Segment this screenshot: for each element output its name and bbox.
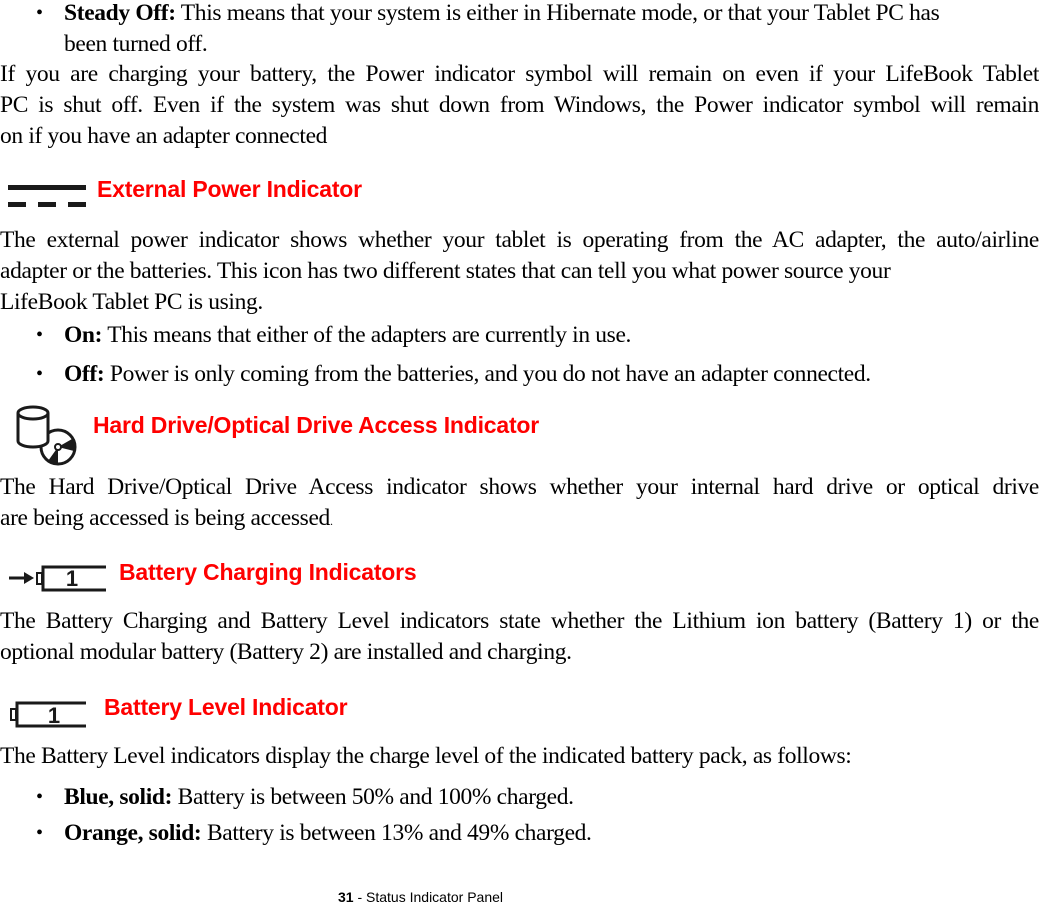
section-heading-battery-charging: Battery Charging Indicators <box>119 559 417 585</box>
paragraph-line: are being accessed is being accessed <box>0 505 330 531</box>
bullet-label: On: <box>64 322 103 348</box>
battery-number: 1 <box>66 566 78 591</box>
paragraph-line: If you are charging your battery, the Po… <box>0 61 1039 87</box>
bullet-label: Orange, solid: <box>64 820 202 846</box>
bullet-label: Steady Off: <box>64 0 176 26</box>
page-footer: 31 - Status Indicator Panel <box>338 889 503 905</box>
paragraph-line: optional modular battery (Battery 2) are… <box>0 639 572 665</box>
bullet-dot: • <box>36 2 43 24</box>
bullet-label: Blue, solid: <box>64 784 173 810</box>
dc-power-icon <box>8 183 88 209</box>
bullet-text: This means that either of the adapters a… <box>102 322 632 348</box>
bullet-dot: • <box>36 786 43 808</box>
bullet-dot: • <box>36 822 43 844</box>
paragraph-line: The external power indicator shows wheth… <box>0 227 1039 253</box>
paragraph-trailing-period: . <box>329 514 333 528</box>
section-heading-battery-level: Battery Level Indicator <box>104 694 348 720</box>
drive-icon <box>14 403 80 467</box>
bullet-text: This means that your system is either in… <box>175 0 940 26</box>
bullet-text: Power is only coming from the batteries,… <box>104 361 871 387</box>
paragraph-line: The Hard Drive/Optical Drive Access indi… <box>0 474 1039 500</box>
paragraph-line: The Battery Level indicators display the… <box>0 743 852 769</box>
battery-charging-paragraph: The Battery Charging and Battery Level i… <box>0 606 1039 668</box>
battery-level-paragraph: The Battery Level indicators display the… <box>0 741 1039 772</box>
section-heading-drive-access: Hard Drive/Optical Drive Access Indicato… <box>93 412 540 438</box>
bullet-label: Off: <box>64 361 105 387</box>
paragraph-line: on if you have an adapter connected <box>0 123 328 149</box>
footer-section-title: Status Indicator Panel <box>366 889 504 905</box>
bullet-dot: • <box>36 324 43 346</box>
drive-access-paragraph: The Hard Drive/Optical Drive Access indi… <box>0 472 1039 537</box>
battery-charging-icon: 1 <box>8 564 108 594</box>
paragraph-line: adapter or the batteries. This icon has … <box>0 258 891 284</box>
paragraph-line: LifeBook Tablet PC is using. <box>0 289 263 315</box>
external-power-paragraph: The external power indicator shows wheth… <box>0 225 1039 318</box>
page-number: 31 <box>338 889 354 905</box>
paragraph-line: The Battery Charging and Battery Level i… <box>0 608 1039 634</box>
section-heading-external-power: External Power Indicator <box>97 176 362 202</box>
bullet-text: Battery is between 50% and 100% charged. <box>172 784 574 810</box>
battery-number: 1 <box>48 703 60 728</box>
bullet-text: Battery is between 13% and 49% charged. <box>201 820 592 846</box>
bullet-text-line2: been turned off. <box>64 31 208 57</box>
battery-level-icon: 1 <box>10 700 88 730</box>
intro-paragraph: If you are charging your battery, the Po… <box>0 59 1039 152</box>
footer-separator: - <box>353 889 367 905</box>
paragraph-line: PC is shut off. Even if the system was s… <box>0 92 1039 118</box>
bullet-dot: • <box>36 363 43 385</box>
